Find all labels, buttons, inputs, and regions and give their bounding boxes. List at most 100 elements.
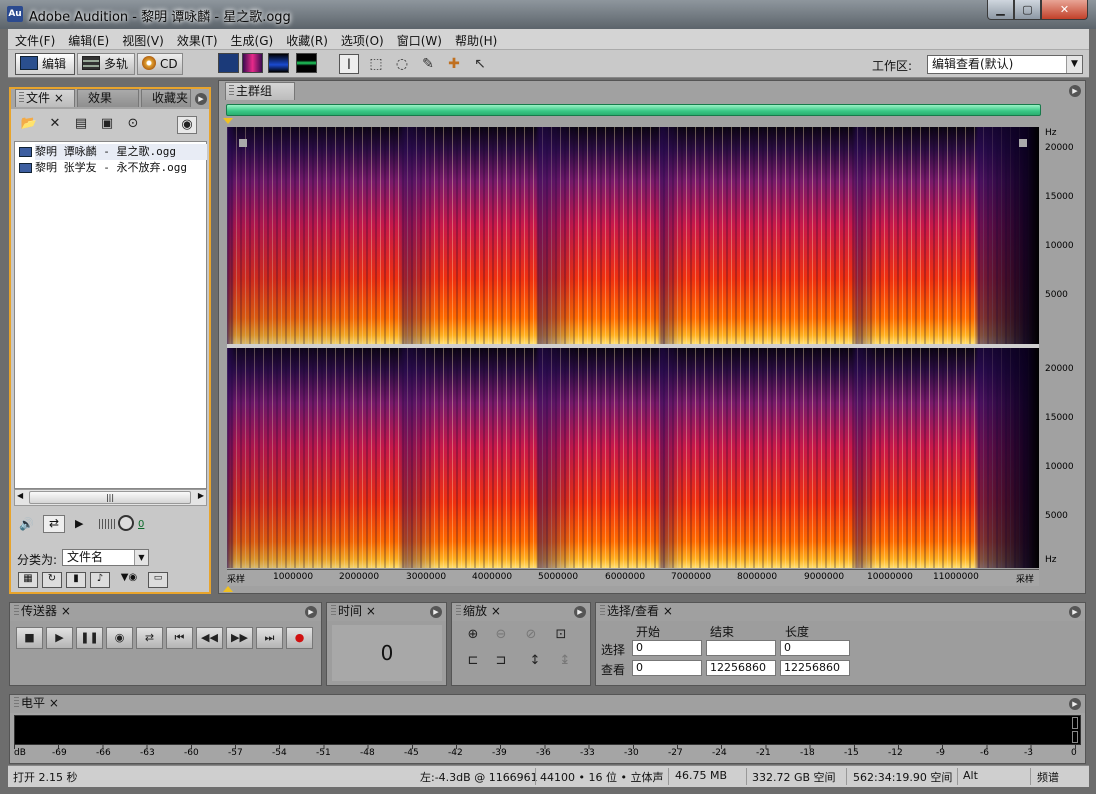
open-file-icon[interactable]: 📂 xyxy=(19,116,39,134)
show-options-icon[interactable]: ◉ xyxy=(177,116,197,134)
volume-knob[interactable] xyxy=(118,515,134,531)
spectrogram-left-channel[interactable] xyxy=(227,127,1039,344)
play-button[interactable]: ▶ xyxy=(46,627,73,649)
autoplay-icon[interactable]: 🔊 xyxy=(19,517,34,531)
spectral-display-button[interactable] xyxy=(242,53,263,73)
tab-effects[interactable]: 效果 xyxy=(77,89,139,107)
panel-menu-icon[interactable]: ▶ xyxy=(305,606,317,618)
audition-app-icon[interactable]: Au xyxy=(7,6,23,22)
selection-length-field[interactable]: 0 xyxy=(780,640,850,656)
close-icon[interactable]: × xyxy=(366,604,376,618)
scroll-right-icon[interactable]: ▶ xyxy=(198,491,204,500)
record-button[interactable]: ● xyxy=(286,627,313,649)
filter-audio-icon[interactable]: ▦ xyxy=(18,572,38,588)
close-icon[interactable]: × xyxy=(49,696,59,710)
view-end-field[interactable]: 12256860 xyxy=(706,660,776,676)
channel-toggle-icon[interactable] xyxy=(239,139,247,147)
view-length-field[interactable]: 12256860 xyxy=(780,660,850,676)
menu-view[interactable]: 视图(V) xyxy=(115,29,170,49)
tab-favorites[interactable]: 收藏夹 xyxy=(141,89,191,107)
spectral-pan-display-button[interactable] xyxy=(268,53,289,73)
zoom-out-full-icon[interactable]: ⊘ xyxy=(520,627,542,647)
scroll-left-icon[interactable]: ◀ xyxy=(17,491,23,500)
filter-options-icon[interactable]: ▼◉ xyxy=(114,572,144,588)
marquee-tool-icon[interactable]: ⬚ xyxy=(366,54,386,74)
panel-menu-icon[interactable]: ▶ xyxy=(574,606,586,618)
volume-value[interactable]: 0 xyxy=(138,519,144,530)
time-selection-tool-icon[interactable]: I xyxy=(339,54,359,74)
sort-select[interactable]: 文件名 ▼ xyxy=(62,549,149,566)
time-ruler[interactable]: 采样 1000000 2000000 3000000 4000000 50000… xyxy=(227,569,1039,586)
play-to-end-button[interactable]: ◉ xyxy=(106,627,133,649)
insert-multitrack-icon[interactable]: ▤ xyxy=(71,116,91,134)
menu-generate[interactable]: 生成(G) xyxy=(224,29,280,49)
zoom-in-vertical-icon[interactable]: ↕ xyxy=(524,653,546,673)
zoom-left-edge-icon[interactable]: ⊏ xyxy=(462,653,484,673)
selection-end-field[interactable] xyxy=(706,640,776,656)
panel-menu-icon[interactable]: ▶ xyxy=(1069,606,1081,618)
channel-toggle-icon[interactable] xyxy=(1019,139,1027,147)
menu-edit[interactable]: 编辑(E) xyxy=(61,29,115,49)
close-icon[interactable]: × xyxy=(491,604,501,618)
playhead-marker-icon[interactable] xyxy=(223,118,233,124)
list-item[interactable]: 黎明 张学友 - 永不放弃.ogg xyxy=(19,160,187,176)
menu-favorites[interactable]: 收藏(R) xyxy=(279,29,334,49)
close-icon[interactable]: × xyxy=(61,604,71,618)
rewind-button[interactable]: ◀◀ xyxy=(196,627,223,649)
scrollbar-thumb[interactable]: ||| xyxy=(29,491,191,504)
loop-play-button[interactable]: ⇄ xyxy=(136,627,163,649)
menu-file[interactable]: 文件(F) xyxy=(8,29,61,49)
menu-window[interactable]: 窗口(W) xyxy=(390,29,448,49)
fast-forward-button[interactable]: ▶▶ xyxy=(226,627,253,649)
zoom-out-horizontal-icon[interactable]: ⊖ xyxy=(490,627,512,647)
hybrid-tool-icon[interactable]: ↖ xyxy=(470,54,490,74)
close-file-icon[interactable]: ✕ xyxy=(45,116,65,134)
stop-button[interactable]: ■ xyxy=(16,627,43,649)
lasso-tool-icon[interactable]: ◌ xyxy=(392,54,412,74)
menu-effects[interactable]: 效果(T) xyxy=(170,29,224,49)
spot-healing-tool-icon[interactable]: ✚ xyxy=(444,54,464,74)
panel-menu-icon[interactable]: ▶ xyxy=(1069,698,1081,710)
zoom-selection-icon[interactable]: ⊡ xyxy=(550,627,572,647)
play-icon[interactable]: ▶ xyxy=(75,517,83,530)
edit-file-icon[interactable]: ⊙ xyxy=(123,116,143,134)
panel-menu-icon[interactable]: ▶ xyxy=(195,93,207,105)
workspace-select[interactable]: 编辑查看(默认) ▼ xyxy=(927,55,1083,74)
filter-midi-icon[interactable]: ♪ xyxy=(90,572,110,588)
minimize-button[interactable]: ▁ xyxy=(987,0,1014,20)
menu-options[interactable]: 选项(O) xyxy=(334,29,390,49)
spectrogram-right-channel[interactable] xyxy=(227,348,1039,568)
close-button[interactable]: ✕ xyxy=(1041,0,1088,20)
list-item[interactable]: 黎明 谭咏麟 - 星之歌.ogg xyxy=(19,144,207,160)
menu-help[interactable]: 帮助(H) xyxy=(448,29,503,49)
insert-cd-icon[interactable]: ▣ xyxy=(97,116,117,134)
view-start-field[interactable]: 0 xyxy=(632,660,702,676)
waveform-display-button[interactable] xyxy=(218,53,239,73)
close-icon[interactable]: × xyxy=(663,604,673,618)
panel-menu-icon[interactable]: ▶ xyxy=(430,606,442,618)
overview-bar[interactable] xyxy=(226,104,1041,116)
spectral-phase-display-button[interactable] xyxy=(296,53,317,73)
clip-indicator-right[interactable] xyxy=(1072,731,1078,743)
close-icon[interactable]: × xyxy=(54,91,64,105)
tab-files[interactable]: 文件 × xyxy=(15,89,75,107)
playhead-marker-icon[interactable] xyxy=(223,586,233,592)
filter-video-icon[interactable]: ▮ xyxy=(66,572,86,588)
brush-tool-icon[interactable]: ✎ xyxy=(418,54,438,74)
pause-button[interactable]: ❚❚ xyxy=(76,627,103,649)
level-meter[interactable] xyxy=(14,715,1081,745)
multitrack-view-button[interactable]: 多轨 xyxy=(77,53,135,75)
zoom-out-vertical-icon[interactable]: ↨ xyxy=(554,653,576,673)
tab-main-group[interactable]: 主群组 xyxy=(225,82,295,100)
loop-icon[interactable]: ⇄ xyxy=(43,515,65,533)
go-to-start-button[interactable]: ⏮ xyxy=(166,627,193,649)
cd-view-button[interactable]: CD xyxy=(137,53,183,75)
edit-view-button[interactable]: 编辑 xyxy=(15,53,75,75)
maximize-button[interactable]: ▢ xyxy=(1014,0,1041,20)
clip-indicator-left[interactable] xyxy=(1072,717,1078,729)
selection-start-field[interactable]: 0 xyxy=(632,640,702,656)
zoom-right-edge-icon[interactable]: ⊐ xyxy=(490,653,512,673)
horizontal-scrollbar[interactable]: ◀ ||| ▶ xyxy=(14,489,207,506)
panel-menu-icon[interactable]: ▶ xyxy=(1069,85,1081,97)
filter-loop-icon[interactable]: ↻ xyxy=(42,572,62,588)
